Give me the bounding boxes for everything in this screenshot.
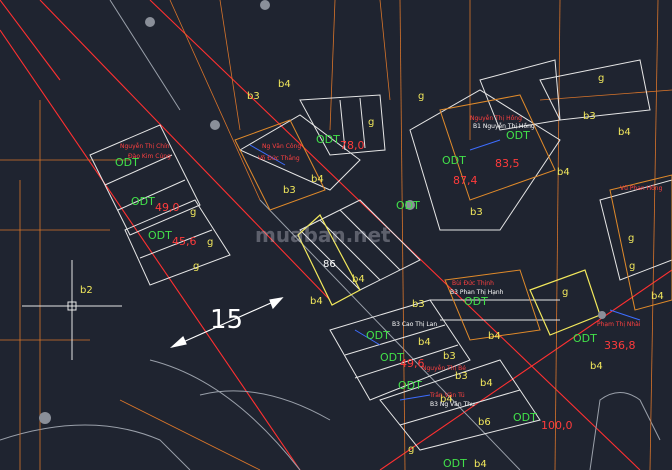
zone-label: b4 [651,291,664,302]
owner-name: Võ Đức Thắng [258,155,300,162]
watermark-text: muaban.net [255,223,391,247]
cad-drawing-canvas[interactable]: muaban.net 15 b3 b4 g b3 b4 b3 b4 g b3 b… [0,0,672,470]
zone-label: g [190,207,197,218]
zone-label: b3 [412,299,425,310]
parcel-code: B1 Nguyễn Thị Hồng [473,123,535,130]
odt-label: ODT [396,199,420,212]
zone-label: b3 [455,371,468,382]
owner-name: Trần Văn Tú [430,392,465,399]
area-value: 45,6 [172,235,197,248]
odt-label: ODT [513,411,537,424]
area-value: 336,8 [604,339,636,352]
zone-label: b4 [418,337,431,348]
odt-label: ODT [573,332,597,345]
odt-label: ODT [316,133,340,146]
zone-label: b3 [247,91,260,102]
owner-name: Nguyễn Thị Chín [120,143,170,150]
area-value: 49,0 [155,201,180,214]
zone-label: b4 [590,361,603,372]
zone-label: b2 [80,285,93,296]
odt-label: ODT [442,154,466,167]
parcel-code: B3 Ng Văn Thu [430,401,475,408]
parcel-code: B3 Phan Thị Hạnh [450,289,504,296]
zone-label: b3 [283,185,296,196]
zone-label: g [193,261,200,272]
odt-label: ODT [464,295,488,308]
owner-name: Vũ Phan Hồng [620,185,663,192]
zone-label: b4 [311,174,324,185]
zone-label: g [207,237,214,248]
area-value: 49,6 [400,357,425,370]
odt-label: ODT [131,195,155,208]
zone-label: b4 [352,274,365,285]
zone-label: g [628,233,635,244]
zone-label: b4 [310,296,323,307]
zone-label: g [368,117,375,128]
area-value: 100,0 [541,419,573,432]
zone-label: b4 [278,79,291,90]
zone-label: b3 [470,207,483,218]
zone-label: b3 [443,351,456,362]
zone-label: b4 [474,459,487,470]
zone-label: g [418,91,425,102]
cad-crosshair [22,260,122,360]
zone-label: b4 [557,167,570,178]
odt-label: ODT [148,229,172,242]
owner-name: Phạm Thị Nhài [597,321,641,328]
dimension-label: 15 [210,305,244,335]
area-value: 83,5 [495,157,520,170]
parcel-code: B3 Cao Thị Lan [392,321,438,328]
zone-label: b6 [478,417,491,428]
zone-label: b4 [618,127,631,138]
zone-label: g [408,444,415,455]
owner-name: Bùi Đức Thịnh [452,280,494,287]
owner-name: Nguyễn Thị Hồng [470,115,522,122]
zone-label: b4 [488,331,501,342]
owner-name: Ng Văn Công [262,143,302,150]
odt-label: ODT [443,457,467,470]
zone-label: g [598,73,605,84]
odt-label: ODT [506,129,530,142]
zone-label: g [562,287,569,298]
odt-label: ODT [366,329,390,342]
area-value: 87,4 [453,174,478,187]
area-value: 86 [323,259,336,270]
odt-label: ODT [398,379,422,392]
zone-label: b3 [583,111,596,122]
zone-label: g [629,261,636,272]
owner-name: Đào Kim Cúng [128,153,171,160]
owner-name: Nguyễn Thị Bé [422,365,466,372]
area-value: 78,0 [340,139,365,152]
zone-label: b4 [480,378,493,389]
